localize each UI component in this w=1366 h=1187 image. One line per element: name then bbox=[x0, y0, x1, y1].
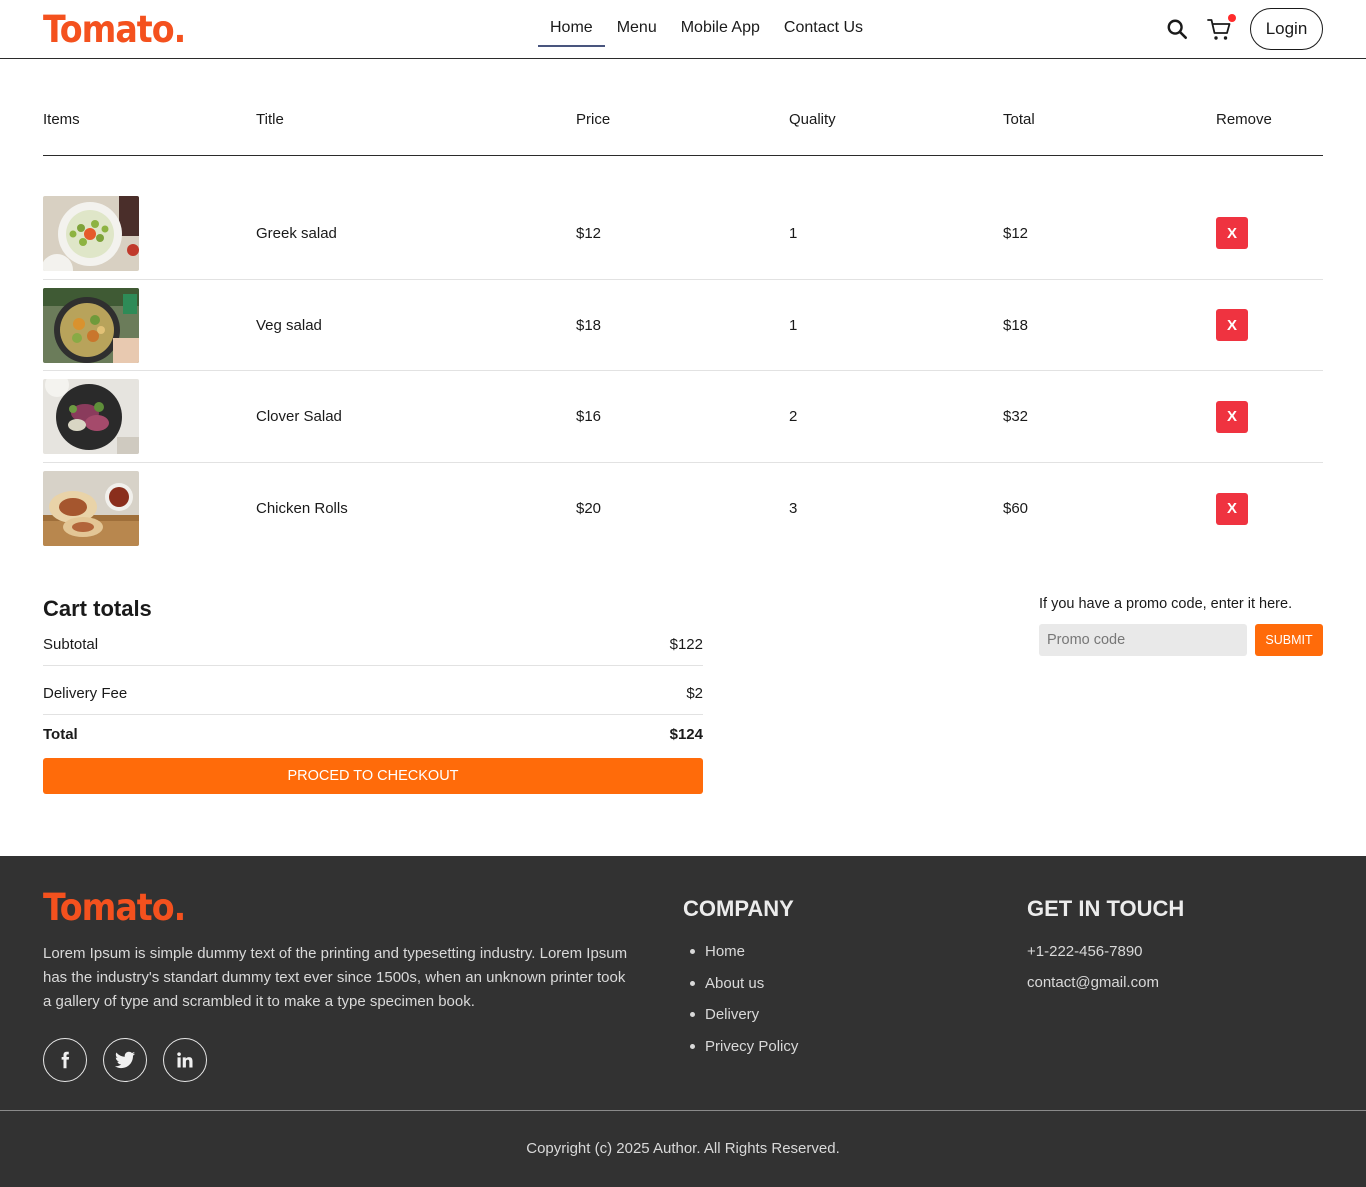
item-price: $16 bbox=[576, 408, 602, 426]
food-image-greek-salad bbox=[43, 195, 139, 271]
nav-link-mobile-app[interactable]: Mobile App bbox=[669, 17, 772, 47]
footer-link-privacy[interactable]: Privecy Policy bbox=[683, 1031, 798, 1063]
food-image-clover-salad bbox=[43, 379, 139, 455]
footer-link-delivery[interactable]: Delivery bbox=[683, 999, 798, 1031]
footer-logo: Tomato. bbox=[43, 886, 186, 929]
table-row: Chicken Rolls $20 3 $60 X bbox=[43, 463, 1323, 555]
item-title: Clover Salad bbox=[256, 408, 342, 426]
item-price: $18 bbox=[576, 316, 602, 334]
remove-button[interactable]: X bbox=[1216, 309, 1248, 342]
header-title: Title bbox=[256, 110, 284, 128]
header-remove: Remove bbox=[1216, 110, 1272, 128]
contact-phone: +1-222-456-7890 bbox=[1027, 943, 1143, 960]
item-total: $12 bbox=[1003, 224, 1029, 242]
promo-section: If you have a promo code, enter it here.… bbox=[1039, 596, 1323, 656]
item-title: Greek salad bbox=[256, 224, 337, 242]
touch-title: GET IN TOUCH bbox=[1027, 896, 1185, 921]
login-button[interactable]: Login bbox=[1250, 8, 1323, 50]
footer: Tomato. Lorem Ipsum is simple dummy text… bbox=[0, 856, 1366, 1187]
item-quantity: 1 bbox=[789, 316, 798, 334]
nav-icons: Login bbox=[1164, 8, 1323, 50]
table-row: Greek salad $12 1 $12 X bbox=[43, 188, 1323, 280]
table-header: Items Title Price Quality Total Remove bbox=[43, 100, 1323, 138]
nav-link-menu[interactable]: Menu bbox=[605, 17, 669, 47]
item-total: $32 bbox=[1003, 408, 1029, 426]
header-price: Price bbox=[576, 110, 611, 128]
company-title: COMPANY bbox=[683, 896, 794, 921]
facebook-icon[interactable] bbox=[43, 1038, 87, 1082]
promo-text: If you have a promo code, enter it here. bbox=[1039, 596, 1293, 612]
footer-divider bbox=[0, 1110, 1366, 1111]
checkout-button[interactable]: PROCED TO CHECKOUT bbox=[43, 758, 703, 794]
footer-description: Lorem Ipsum is simple dummy text of the … bbox=[43, 945, 628, 1010]
footer-link-home[interactable]: Home bbox=[683, 936, 798, 968]
header-divider bbox=[43, 155, 1323, 156]
footer-contact: GET IN TOUCH +1-222-456-7890 contact@gma… bbox=[1027, 896, 1184, 998]
header-total: Total bbox=[1003, 110, 1035, 128]
delivery-row: Delivery Fee $2 bbox=[43, 666, 703, 715]
remove-button[interactable]: X bbox=[1216, 492, 1248, 525]
search-icon[interactable] bbox=[1164, 16, 1190, 42]
cart-badge-dot bbox=[1228, 14, 1236, 22]
item-quantity: 3 bbox=[789, 500, 798, 518]
nav-link-home[interactable]: Home bbox=[538, 17, 605, 47]
subtotal-label: Subtotal bbox=[43, 636, 99, 653]
promo-row: SUBMIT bbox=[1039, 624, 1323, 656]
total-row: Total $124 bbox=[43, 715, 703, 743]
item-total: $60 bbox=[1003, 500, 1029, 518]
header-quantity: Quality bbox=[789, 110, 836, 128]
navbar: Tomato. Home Menu Mobile App Contact Us … bbox=[0, 0, 1366, 59]
total-label: Total bbox=[43, 726, 78, 743]
food-image-chicken-rolls bbox=[43, 471, 139, 547]
cart-totals-title: Cart totals bbox=[43, 596, 152, 621]
delivery-value: $2 bbox=[686, 685, 703, 702]
remove-button[interactable]: X bbox=[1216, 217, 1248, 250]
promo-code-input[interactable] bbox=[1039, 624, 1247, 656]
item-quantity: 1 bbox=[789, 224, 798, 242]
logo[interactable]: Tomato. bbox=[43, 8, 186, 51]
subtotal-row: Subtotal $122 bbox=[43, 636, 703, 666]
linkedin-icon[interactable] bbox=[163, 1038, 207, 1082]
item-price: $20 bbox=[576, 500, 602, 518]
item-price: $12 bbox=[576, 224, 602, 242]
promo-submit-button[interactable]: SUBMIT bbox=[1255, 624, 1323, 656]
company-links: Home About us Delivery Privecy Policy bbox=[683, 936, 798, 1062]
item-total: $18 bbox=[1003, 316, 1029, 334]
remove-button[interactable]: X bbox=[1216, 400, 1248, 433]
item-title: Veg salad bbox=[256, 316, 322, 334]
cart-table: Items Title Price Quality Total Remove G… bbox=[43, 100, 1323, 555]
item-quantity: 2 bbox=[789, 408, 798, 426]
table-row: Veg salad $18 1 $18 X bbox=[43, 280, 1323, 372]
contact-email: contact@gmail.com bbox=[1027, 974, 1159, 991]
footer-company: COMPANY Home About us Delivery Privecy P… bbox=[683, 896, 798, 1062]
nav-link-contact-us[interactable]: Contact Us bbox=[772, 17, 875, 47]
cart-icon[interactable] bbox=[1206, 14, 1236, 42]
cart-totals: Cart totals Subtotal $122 Delivery Fee $… bbox=[43, 596, 703, 794]
copyright: Copyright (c) 2025 Author. All Rights Re… bbox=[526, 1140, 840, 1157]
table-row: Clover Salad $16 2 $32 X bbox=[43, 371, 1323, 464]
subtotal-value: $122 bbox=[669, 636, 703, 653]
twitter-icon[interactable] bbox=[103, 1038, 147, 1082]
item-title: Chicken Rolls bbox=[256, 500, 348, 518]
header-items: Items bbox=[43, 110, 80, 128]
footer-link-about[interactable]: About us bbox=[683, 968, 798, 1000]
nav-links: Home Menu Mobile App Contact Us bbox=[538, 17, 875, 47]
total-value: $124 bbox=[669, 726, 703, 743]
delivery-label: Delivery Fee bbox=[43, 685, 128, 702]
food-image-veg-salad bbox=[43, 287, 139, 363]
social-links bbox=[43, 1038, 207, 1082]
